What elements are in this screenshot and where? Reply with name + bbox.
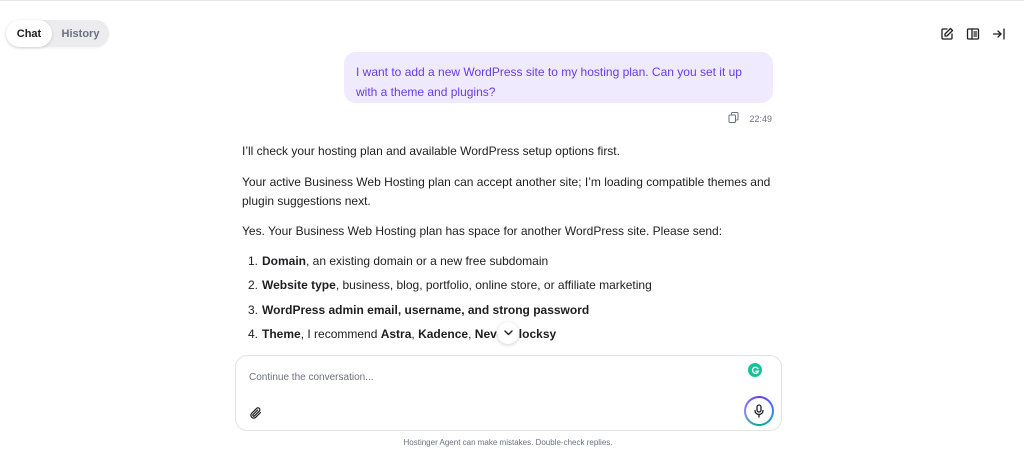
user-message-bubble: I want to add a new WordPress site to my…	[344, 52, 773, 103]
assistant-paragraph: Your active Business Web Hosting plan ca…	[242, 175, 771, 208]
list-item: 1. Domain, an existing domain or a new fr…	[248, 254, 549, 268]
tab-chat[interactable]: Chat	[6, 20, 52, 47]
tab-bar: Chat History	[6, 20, 109, 47]
chat-input[interactable]	[249, 368, 729, 386]
tab-history[interactable]: History	[52, 20, 109, 47]
message-composer	[235, 355, 782, 431]
list-item: 2. Website type, business, blog, portfoli…	[248, 278, 652, 292]
message-time: 22:49	[749, 114, 772, 124]
sidebar-panel-icon[interactable]	[965, 26, 980, 41]
collapse-panel-icon[interactable]	[991, 26, 1006, 41]
message-meta: 22:49	[728, 110, 772, 128]
voice-input-button[interactable]	[744, 396, 774, 426]
edit-icon[interactable]	[939, 26, 954, 41]
list-item: 3. WordPress admin email, username, and s…	[248, 303, 590, 317]
assistant-paragraph: Yes. Your Business Web Hosting plan has …	[242, 224, 723, 238]
copy-icon[interactable]	[728, 110, 739, 128]
disclaimer-text: Hostinger Agent can make mistakes. Doubl…	[403, 438, 613, 447]
header-actions	[939, 26, 1006, 41]
paperclip-icon[interactable]	[249, 406, 263, 420]
assistant-paragraph: I’ll check your hosting plan and availab…	[242, 144, 620, 158]
scroll-down-button[interactable]	[497, 322, 519, 344]
user-message-text: I want to add a new WordPress site to my…	[356, 65, 742, 99]
chevron-down-icon	[503, 330, 513, 336]
microphone-icon	[746, 398, 772, 424]
grammarly-icon[interactable]	[748, 363, 762, 377]
top-divider	[0, 0, 1024, 1]
